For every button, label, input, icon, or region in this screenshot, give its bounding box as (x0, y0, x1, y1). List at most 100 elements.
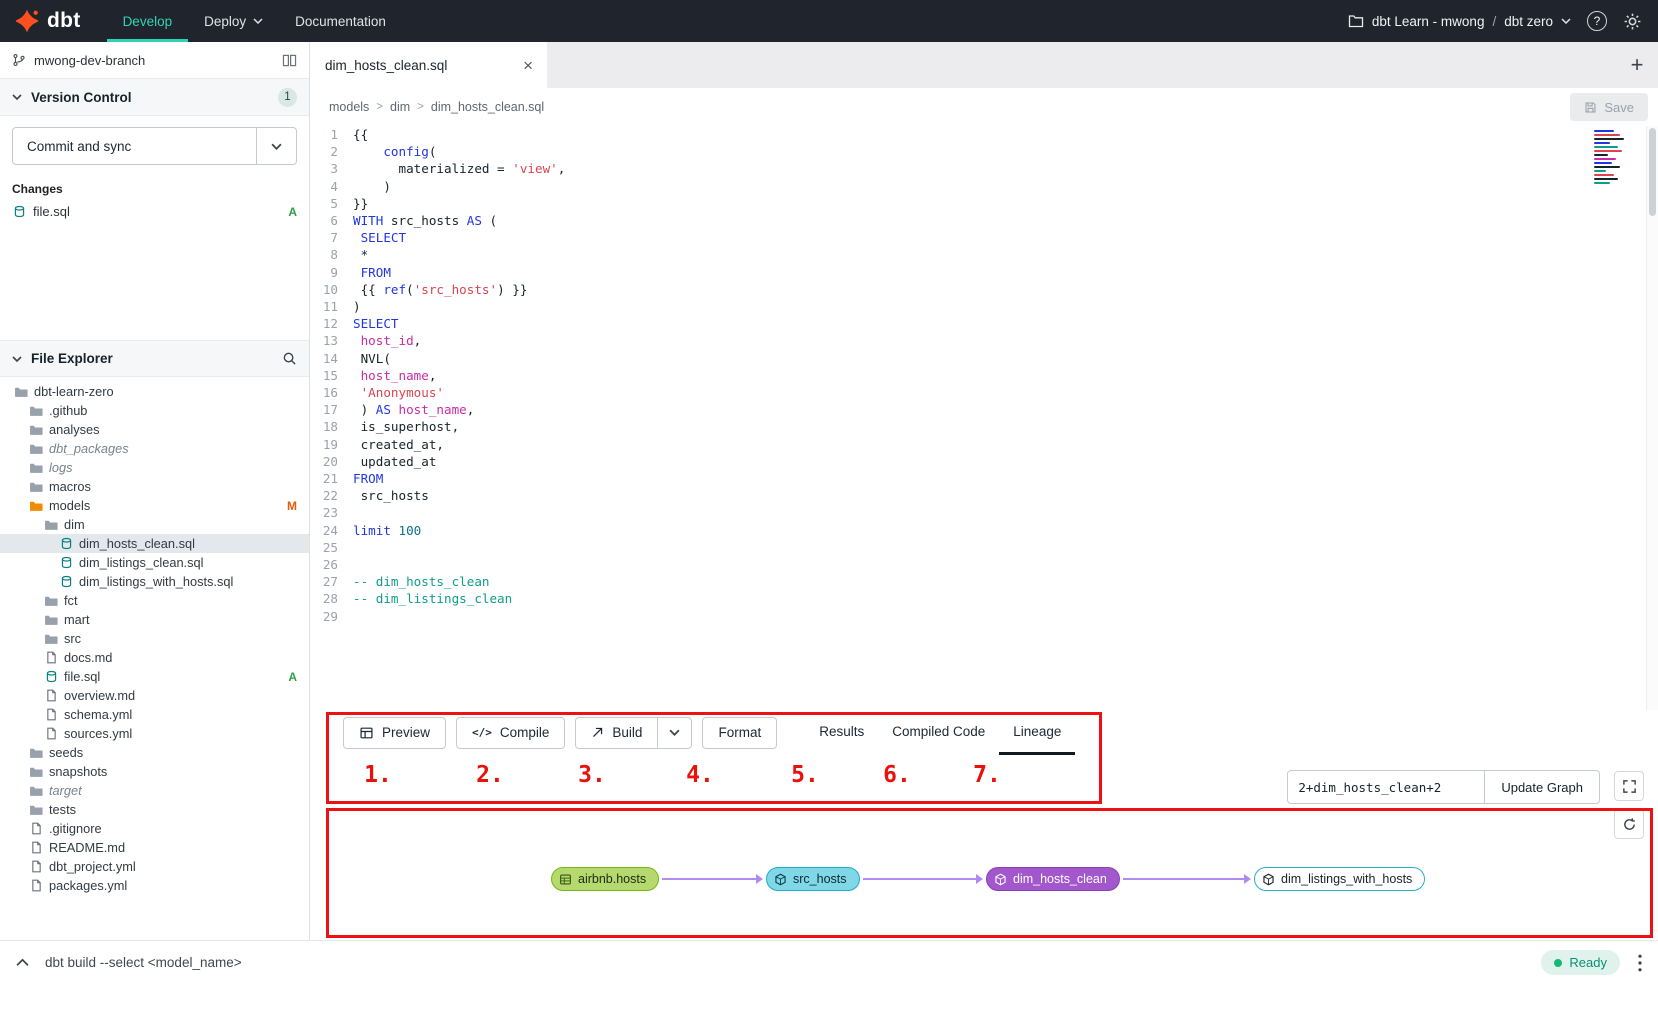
folder-icon (14, 385, 28, 399)
format-button[interactable]: Format (702, 717, 777, 749)
tree-item-schema.yml[interactable]: schema.yml (0, 705, 309, 724)
tree-item-README.md[interactable]: README.md (0, 838, 309, 857)
chevron-down-icon (253, 18, 263, 24)
lineage-edge (863, 878, 981, 880)
tree-item-src[interactable]: src (0, 629, 309, 648)
commit-button-label: Commit and sync (13, 128, 256, 164)
code-text: host_name, (353, 367, 436, 384)
tree-item-dbt_packages[interactable]: dbt_packages (0, 439, 309, 458)
chevron-up-icon[interactable] (16, 958, 29, 967)
lineage-node-dim_hosts_clean[interactable]: dim_hosts_clean (986, 867, 1120, 891)
file-tree: dbt-learn-zero.githubanalysesdbt_package… (0, 382, 309, 940)
tree-item-dim_listings_clean.sql[interactable]: dim_listings_clean.sql (0, 553, 309, 572)
tab-dim-hosts-clean[interactable]: dim_hosts_clean.sql × (311, 42, 547, 88)
project-switcher[interactable]: dbt Learn - mwong / dbt zero (1348, 14, 1571, 29)
fullscreen-button[interactable] (1614, 771, 1644, 801)
tree-item-file.sql[interactable]: file.sqlA (0, 667, 309, 686)
breadcrumb-item[interactable]: models (329, 100, 369, 114)
tree-item-target[interactable]: target (0, 781, 309, 800)
code-text: ) (353, 178, 391, 195)
tree-item-overview.md[interactable]: overview.md (0, 686, 309, 705)
code-text: * (353, 246, 368, 263)
command-input[interactable]: dbt build --select <model_name> (45, 955, 242, 970)
tree-item-docs.md[interactable]: docs.md (0, 648, 309, 667)
scrollbar-thumb[interactable] (1649, 128, 1656, 216)
tree-item-snapshots[interactable]: snapshots (0, 762, 309, 781)
nav-deploy[interactable]: Deploy (188, 0, 279, 42)
line-number: 8 (311, 246, 353, 263)
build-options-caret[interactable] (658, 717, 692, 749)
tree-item-label: dim_listings_with_hosts.sql (79, 574, 233, 589)
tree-item-sources.yml[interactable]: sources.yml (0, 724, 309, 743)
build-button[interactable]: Build (575, 717, 658, 749)
kebab-menu-icon[interactable] (1638, 954, 1642, 972)
tree-item-mart[interactable]: mart (0, 610, 309, 629)
tree-item-dim_listings_with_hosts.sql[interactable]: dim_listings_with_hosts.sql (0, 572, 309, 591)
line-number: 1 (311, 126, 353, 143)
version-control-header[interactable]: Version Control 1 (0, 79, 309, 116)
line-number: 2 (311, 143, 353, 160)
lineage-node-airbnb.hosts[interactable]: airbnb.hosts (551, 867, 659, 891)
tab-compiled-code[interactable]: Compiled Code (878, 710, 999, 755)
nav-documentation[interactable]: Documentation (279, 0, 402, 42)
tree-item-packages.yml[interactable]: packages.yml (0, 876, 309, 895)
close-icon[interactable]: × (523, 57, 533, 74)
git-branch-indicator[interactable]: mwong-dev-branch (0, 42, 309, 79)
commit-options-caret[interactable] (256, 128, 296, 164)
lineage-node-dim_listings_with_hosts[interactable]: dim_listings_with_hosts (1254, 867, 1425, 891)
tree-item-models[interactable]: modelsM (0, 496, 309, 515)
tree-item-analyses[interactable]: analyses (0, 420, 309, 439)
tree-item-dim_hosts_clean.sql[interactable]: dim_hosts_clean.sql (0, 534, 309, 553)
lineage-selector-input[interactable] (1287, 770, 1485, 804)
settings-gear-icon[interactable] (1623, 12, 1642, 31)
code-text: 'Anonymous' (353, 384, 444, 401)
tree-item-label: src (64, 631, 81, 646)
tree-item-tests[interactable]: tests (0, 800, 309, 819)
format-label: Format (718, 725, 761, 740)
search-icon[interactable] (282, 351, 297, 366)
tree-item-logs[interactable]: logs (0, 458, 309, 477)
changed-file-row[interactable]: file.sql A (0, 201, 309, 222)
save-button[interactable]: Save (1570, 93, 1648, 121)
tree-item-fct[interactable]: fct (0, 591, 309, 610)
line-number: 9 (311, 264, 353, 281)
split-panel-icon[interactable] (282, 54, 297, 67)
tree-item-.github[interactable]: .github (0, 401, 309, 420)
tab-results[interactable]: Results (805, 710, 878, 755)
help-button[interactable]: ? (1587, 11, 1607, 31)
build-label: Build (612, 725, 642, 740)
nav-develop[interactable]: Develop (107, 0, 189, 42)
code-line: 2 config( (311, 143, 1658, 160)
minimap-bar (1594, 166, 1620, 168)
line-number: 26 (311, 556, 353, 573)
editor-scrollbar[interactable] (1646, 126, 1658, 710)
tree-item-dbt_project.yml[interactable]: dbt_project.yml (0, 857, 309, 876)
file-explorer-header[interactable]: File Explorer (0, 340, 309, 377)
model-cube-icon (774, 873, 787, 886)
dbt-logo[interactable]: dbt (14, 8, 81, 34)
line-number: 6 (311, 212, 353, 229)
reset-view-button[interactable] (1614, 809, 1644, 839)
tree-item-dbt-learn-zero[interactable]: dbt-learn-zero (0, 382, 309, 401)
breadcrumb-item[interactable]: dim_hosts_clean.sql (431, 100, 544, 114)
commit-and-sync-button[interactable]: Commit and sync (12, 127, 297, 165)
tree-item-.gitignore[interactable]: .gitignore (0, 819, 309, 838)
tree-item-dim[interactable]: dim (0, 515, 309, 534)
code-line: 10 {{ ref('src_hosts') }} (311, 281, 1658, 298)
breadcrumb-item[interactable]: dim (390, 100, 410, 114)
line-number: 28 (311, 590, 353, 607)
compile-button[interactable]: </> Compile (456, 717, 565, 749)
update-graph-button[interactable]: Update Graph (1485, 770, 1600, 804)
tree-item-seeds[interactable]: seeds (0, 743, 309, 762)
code-editor[interactable]: 1{{2 config(3 materialized = 'view',4 )5… (311, 126, 1658, 710)
new-tab-button[interactable]: + (1616, 42, 1658, 88)
command-status-bar: dbt build --select <model_name> Ready (0, 940, 1658, 984)
minimap[interactable] (1594, 130, 1638, 186)
tree-item-macros[interactable]: macros (0, 477, 309, 496)
code-line: 16 'Anonymous' (311, 384, 1658, 401)
line-number: 29 (311, 608, 353, 625)
lineage-node-src_hosts[interactable]: src_hosts (766, 867, 860, 891)
tab-lineage[interactable]: Lineage (999, 710, 1075, 755)
preview-button[interactable]: Preview (343, 717, 446, 749)
code-text: host_id, (353, 332, 421, 349)
